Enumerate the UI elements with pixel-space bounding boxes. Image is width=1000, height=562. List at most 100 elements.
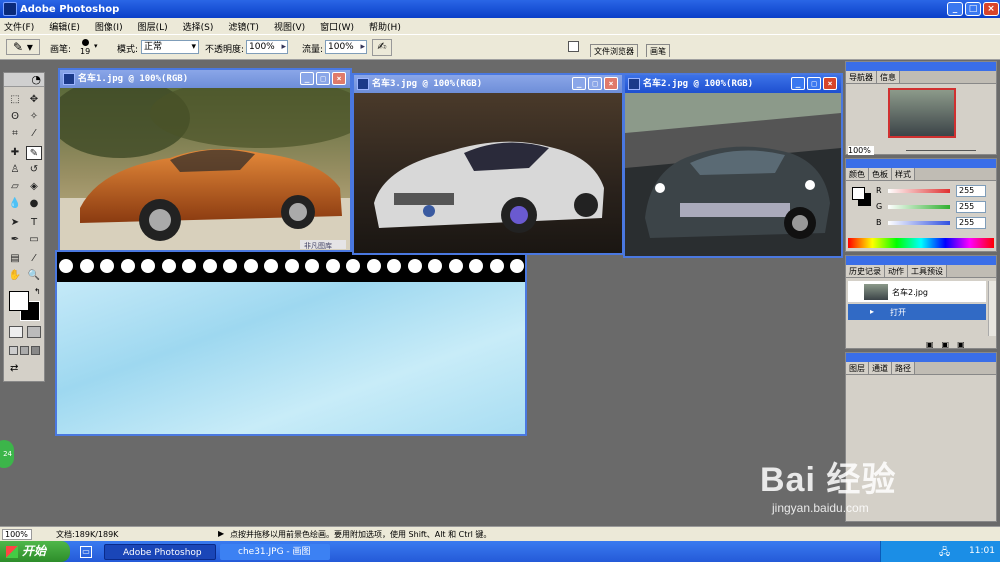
panel-header[interactable]: [846, 159, 996, 168]
eyedropper-icon[interactable]: ⁄: [26, 252, 42, 266]
paint-bucket-icon[interactable]: ◈: [26, 180, 42, 194]
lasso-tool-icon[interactable]: ʘ: [7, 110, 23, 124]
tab-color[interactable]: 颜色: [846, 168, 869, 180]
brush-tool-icon[interactable]: ✎: [26, 146, 42, 160]
tab-history[interactable]: 历史记录: [846, 265, 885, 277]
status-zoom[interactable]: 100%: [2, 529, 32, 540]
channel-value[interactable]: 255: [956, 201, 986, 213]
maximize-button[interactable]: □: [965, 2, 981, 16]
zoom-tool-icon[interactable]: 🔍: [26, 269, 42, 283]
color-channel-r[interactable]: R 255: [876, 185, 994, 199]
show-desktop-icon[interactable]: ▭: [80, 546, 92, 558]
tab-navigator[interactable]: 导航器: [846, 71, 877, 83]
close-button[interactable]: ×: [823, 77, 837, 90]
menu-help[interactable]: 帮助(H): [369, 20, 401, 33]
healing-brush-icon[interactable]: ✚: [7, 146, 23, 160]
maximize-button[interactable]: □: [807, 77, 821, 90]
tab-styles[interactable]: 样式: [892, 168, 915, 180]
navigator-thumbnail[interactable]: [888, 88, 956, 138]
close-button[interactable]: ×: [604, 77, 618, 90]
blur-tool-icon[interactable]: 💧: [7, 197, 23, 211]
color-channel-g[interactable]: G 255: [876, 201, 994, 215]
tool-preset-picker[interactable]: ✎ ▾: [6, 39, 40, 55]
marquee-tool-icon[interactable]: ⬚: [7, 93, 23, 107]
slice-tool-icon[interactable]: ⁄: [26, 127, 42, 141]
screen-mode-full-menu-icon[interactable]: [20, 346, 29, 355]
minimize-button[interactable]: _: [791, 77, 805, 90]
brush-picker[interactable]: 19 ▾: [78, 38, 102, 58]
pen-tool-icon[interactable]: ✒: [7, 233, 23, 247]
notes-tool-icon[interactable]: ▤: [7, 252, 23, 266]
hand-tool-icon[interactable]: ✋: [7, 269, 23, 283]
magic-wand-icon[interactable]: ✧: [26, 110, 42, 124]
navigator-zoom[interactable]: 100%: [848, 146, 874, 155]
minimize-button[interactable]: _: [300, 72, 314, 85]
close-button[interactable]: ×: [983, 2, 999, 16]
zoom-slider[interactable]: [906, 150, 976, 151]
swap-colors-icon[interactable]: ↰: [34, 287, 41, 296]
tab-file-browser[interactable]: 文件浏览器: [590, 44, 638, 57]
panel-header[interactable]: [846, 62, 996, 71]
document-3-titlebar[interactable]: 名车3.jpg @ 100%(RGB) _ □ ×: [354, 75, 622, 93]
menu-select[interactable]: 选择(S): [183, 20, 214, 33]
dodge-tool-icon[interactable]: ●: [26, 197, 42, 211]
spectrum-bar[interactable]: [848, 238, 994, 248]
document-1-titlebar[interactable]: 名车1.jpg @ 100%(RGB) _ □ ×: [60, 70, 350, 88]
rectangle-tool-icon[interactable]: ▭: [26, 233, 42, 247]
tab-layers[interactable]: 图层: [846, 362, 869, 374]
maximize-button[interactable]: □: [588, 77, 602, 90]
airbrush-toggle[interactable]: ✍: [372, 39, 392, 56]
maximize-button[interactable]: □: [316, 72, 330, 85]
menu-window[interactable]: 窗口(W): [320, 20, 354, 33]
screen-mode-standard-icon[interactable]: [9, 346, 18, 355]
crop-tool-icon[interactable]: ⌗: [7, 127, 23, 141]
menu-image[interactable]: 图像(I): [95, 20, 123, 33]
palette-well-icon[interactable]: [568, 41, 579, 52]
close-button[interactable]: ×: [332, 72, 346, 85]
channel-value[interactable]: 255: [956, 185, 986, 197]
tab-brushes[interactable]: 画笔: [646, 44, 670, 57]
foreground-color-swatch[interactable]: [9, 291, 29, 311]
flow-field[interactable]: 100% ▸: [325, 40, 367, 54]
menu-filter[interactable]: 滤镜(T): [228, 20, 259, 33]
menu-view[interactable]: 视图(V): [274, 20, 305, 33]
menu-edit[interactable]: 编辑(E): [49, 20, 80, 33]
status-doc-size[interactable]: 文档:189K/189K: [56, 529, 118, 540]
history-brush-icon[interactable]: ↺: [26, 163, 42, 177]
channel-slider[interactable]: [888, 189, 950, 193]
color-channel-b[interactable]: B 255: [876, 217, 994, 231]
history-footer-icons[interactable]: ▣▣▣: [926, 340, 973, 349]
tab-paths[interactable]: 路径: [892, 362, 915, 374]
minimize-button[interactable]: _: [572, 77, 586, 90]
document-window-2[interactable]: 名车2.jpg @ 100%(RGB) _ □ ×: [623, 73, 843, 258]
screen-mode-full-icon[interactable]: [31, 346, 40, 355]
quickmask-mode-icon[interactable]: [27, 326, 41, 338]
tab-actions[interactable]: 动作: [885, 265, 908, 277]
history-item-open[interactable]: ▸ 打开: [848, 304, 986, 320]
opacity-field[interactable]: 100% ▸: [246, 40, 288, 54]
background-canvas[interactable]: [55, 250, 527, 436]
history-scrollbar[interactable]: [988, 281, 996, 336]
jump-to-imageready-icon[interactable]: ⇄: [10, 363, 40, 375]
standard-mode-icon[interactable]: [9, 326, 23, 338]
minimize-button[interactable]: _: [947, 2, 963, 16]
foreground-color-swatch[interactable]: [852, 187, 865, 200]
eraser-tool-icon[interactable]: ▱: [7, 180, 23, 194]
adobe-online-icon[interactable]: ◔: [4, 73, 44, 87]
channel-slider[interactable]: [888, 205, 950, 209]
move-tool-icon[interactable]: ✥: [26, 93, 42, 107]
clone-stamp-icon[interactable]: ♙: [7, 163, 23, 177]
document-window-3[interactable]: 名车3.jpg @ 100%(RGB) _ □ ×: [352, 73, 624, 255]
document-2-titlebar[interactable]: 名车2.jpg @ 100%(RGB) _ □ ×: [625, 75, 841, 93]
channel-slider[interactable]: [888, 221, 950, 225]
tab-info[interactable]: 信息: [877, 71, 900, 83]
type-tool-icon[interactable]: T: [26, 216, 42, 230]
taskbar-item-photoshop[interactable]: Adobe Photoshop: [104, 544, 216, 560]
tab-tool-presets[interactable]: 工具预设: [908, 265, 947, 277]
side-badge[interactable]: 24: [0, 440, 14, 468]
mode-select[interactable]: 正常 ▾: [141, 40, 199, 54]
panel-header[interactable]: [846, 256, 996, 265]
menu-file[interactable]: 文件(F): [4, 20, 34, 33]
tab-swatches[interactable]: 色板: [869, 168, 892, 180]
menu-layer[interactable]: 图层(L): [138, 20, 168, 33]
